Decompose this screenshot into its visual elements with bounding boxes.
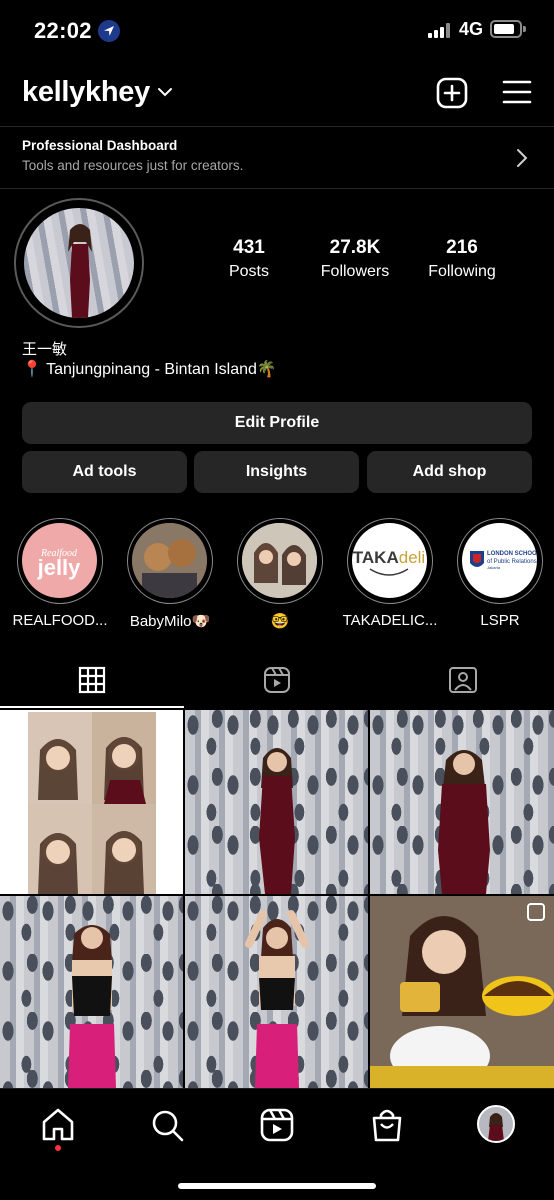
followers-stat[interactable]: 27.8K Followers — [300, 237, 410, 281]
chevron-down-icon[interactable] — [157, 86, 173, 98]
home-indicator — [178, 1183, 376, 1189]
highlight-cover-ring — [237, 518, 323, 604]
post-thumbnail[interactable] — [0, 710, 183, 894]
selfie-photo — [242, 523, 317, 598]
home-icon — [42, 1108, 74, 1141]
following-label: Following — [428, 263, 496, 280]
tab-tagged[interactable] — [370, 654, 554, 708]
insights-button[interactable]: Insights — [194, 451, 359, 493]
profile-avatar[interactable] — [14, 198, 144, 328]
svg-text:LONDON SCHOOL: LONDON SCHOOL — [487, 551, 537, 557]
professional-dashboard[interactable]: Professional Dashboard Tools and resourc… — [0, 126, 554, 189]
tab-reels[interactable] — [185, 654, 369, 708]
avatar-image — [24, 208, 134, 318]
notification-dot — [55, 1145, 61, 1151]
takadeli-logo: TAKAdeli — [352, 523, 427, 598]
highlight-cover-ring: LONDON SCHOOL of Public Relations Jakart… — [457, 518, 543, 604]
highlight-lspr[interactable]: LONDON SCHOOL of Public Relations Jakart… — [445, 518, 554, 629]
highlight-label: BabyMilo🐶 — [129, 613, 211, 630]
highlight-emoji[interactable]: 🤓 — [225, 518, 335, 630]
display-name: 王一敏 — [22, 341, 68, 358]
followers-count: 27.8K — [329, 237, 381, 258]
post-thumbnail[interactable] — [370, 896, 554, 1088]
nav-reels[interactable] — [257, 1105, 297, 1145]
highlight-babymilo[interactable]: BabyMilo🐶 — [115, 518, 225, 630]
grid-icon — [78, 666, 106, 694]
dashboard-title: Professional Dashboard — [22, 138, 178, 153]
highlight-takadeli[interactable]: TAKAdeli TAKADELIC... — [335, 518, 445, 629]
post-grid — [0, 708, 554, 1088]
reels-icon — [260, 1108, 294, 1142]
edit-profile-button[interactable]: Edit Profile — [22, 402, 532, 444]
tagged-user-icon — [449, 667, 477, 693]
search-icon — [152, 1110, 184, 1142]
highlight-realfood[interactable]: Realfood jelly REALFOOD... — [5, 518, 115, 629]
highlight-cover-ring: TAKAdeli — [347, 518, 433, 604]
posts-label: Posts — [228, 263, 269, 280]
location-arrow-icon — [98, 20, 120, 42]
svg-text:jelly: jelly — [37, 555, 82, 580]
highlight-cover-ring: Realfood jelly — [17, 518, 103, 604]
realfood-jelly-logo: Realfood jelly — [22, 523, 97, 598]
shopping-bag-icon — [372, 1109, 402, 1142]
profile-avatar-small — [477, 1105, 515, 1143]
bio-location: 📍 Tanjungpinang - Bintan Island🌴 — [22, 361, 277, 378]
post-thumbnail[interactable] — [370, 710, 554, 894]
highlight-label: TAKADELIC... — [342, 612, 438, 629]
post-thumbnail[interactable] — [185, 896, 368, 1088]
nav-home[interactable] — [38, 1105, 78, 1151]
highlight-label: REALFOOD... — [12, 612, 108, 629]
menu-icon[interactable] — [502, 79, 532, 105]
chevron-right-icon — [517, 149, 528, 167]
battery-icon — [490, 20, 526, 38]
posts-stat[interactable]: 431 Posts — [194, 237, 304, 281]
following-stat[interactable]: 216 Following — [407, 237, 517, 281]
status-bar: 22:02 4G — [0, 0, 554, 60]
nav-profile[interactable] — [477, 1105, 517, 1145]
highlight-cover-ring — [127, 518, 213, 604]
svg-text:Jakarta: Jakarta — [487, 565, 501, 570]
dog-photo — [132, 523, 207, 598]
network-type: 4G — [459, 19, 484, 39]
cellular-signal-icon — [428, 22, 452, 38]
highlight-label: LSPR — [480, 612, 520, 629]
profile-header: kellykhey — [0, 68, 554, 120]
create-post-icon[interactable] — [436, 77, 468, 109]
post-thumbnail[interactable] — [0, 896, 183, 1088]
profile-tabs — [0, 654, 554, 708]
followers-label: Followers — [320, 263, 390, 280]
tab-grid[interactable] — [0, 654, 184, 708]
reels-icon — [264, 667, 290, 693]
dashboard-subtitle: Tools and resources just for creators. — [22, 158, 244, 173]
posts-count: 431 — [233, 237, 265, 258]
highlight-label: 🤓 — [270, 613, 290, 630]
lspr-logo: LONDON SCHOOL of Public Relations Jakart… — [462, 523, 537, 598]
nav-shop[interactable] — [367, 1105, 407, 1145]
post-thumbnail[interactable] — [185, 710, 368, 894]
nav-search[interactable] — [147, 1105, 187, 1145]
ad-tools-button[interactable]: Ad tools — [22, 451, 187, 493]
svg-text:TAKAdeli: TAKAdeli — [353, 548, 425, 567]
status-time: 22:02 — [34, 18, 92, 43]
username[interactable]: kellykhey — [22, 76, 150, 109]
add-shop-button[interactable]: Add shop — [367, 451, 532, 493]
following-count: 216 — [446, 237, 478, 258]
